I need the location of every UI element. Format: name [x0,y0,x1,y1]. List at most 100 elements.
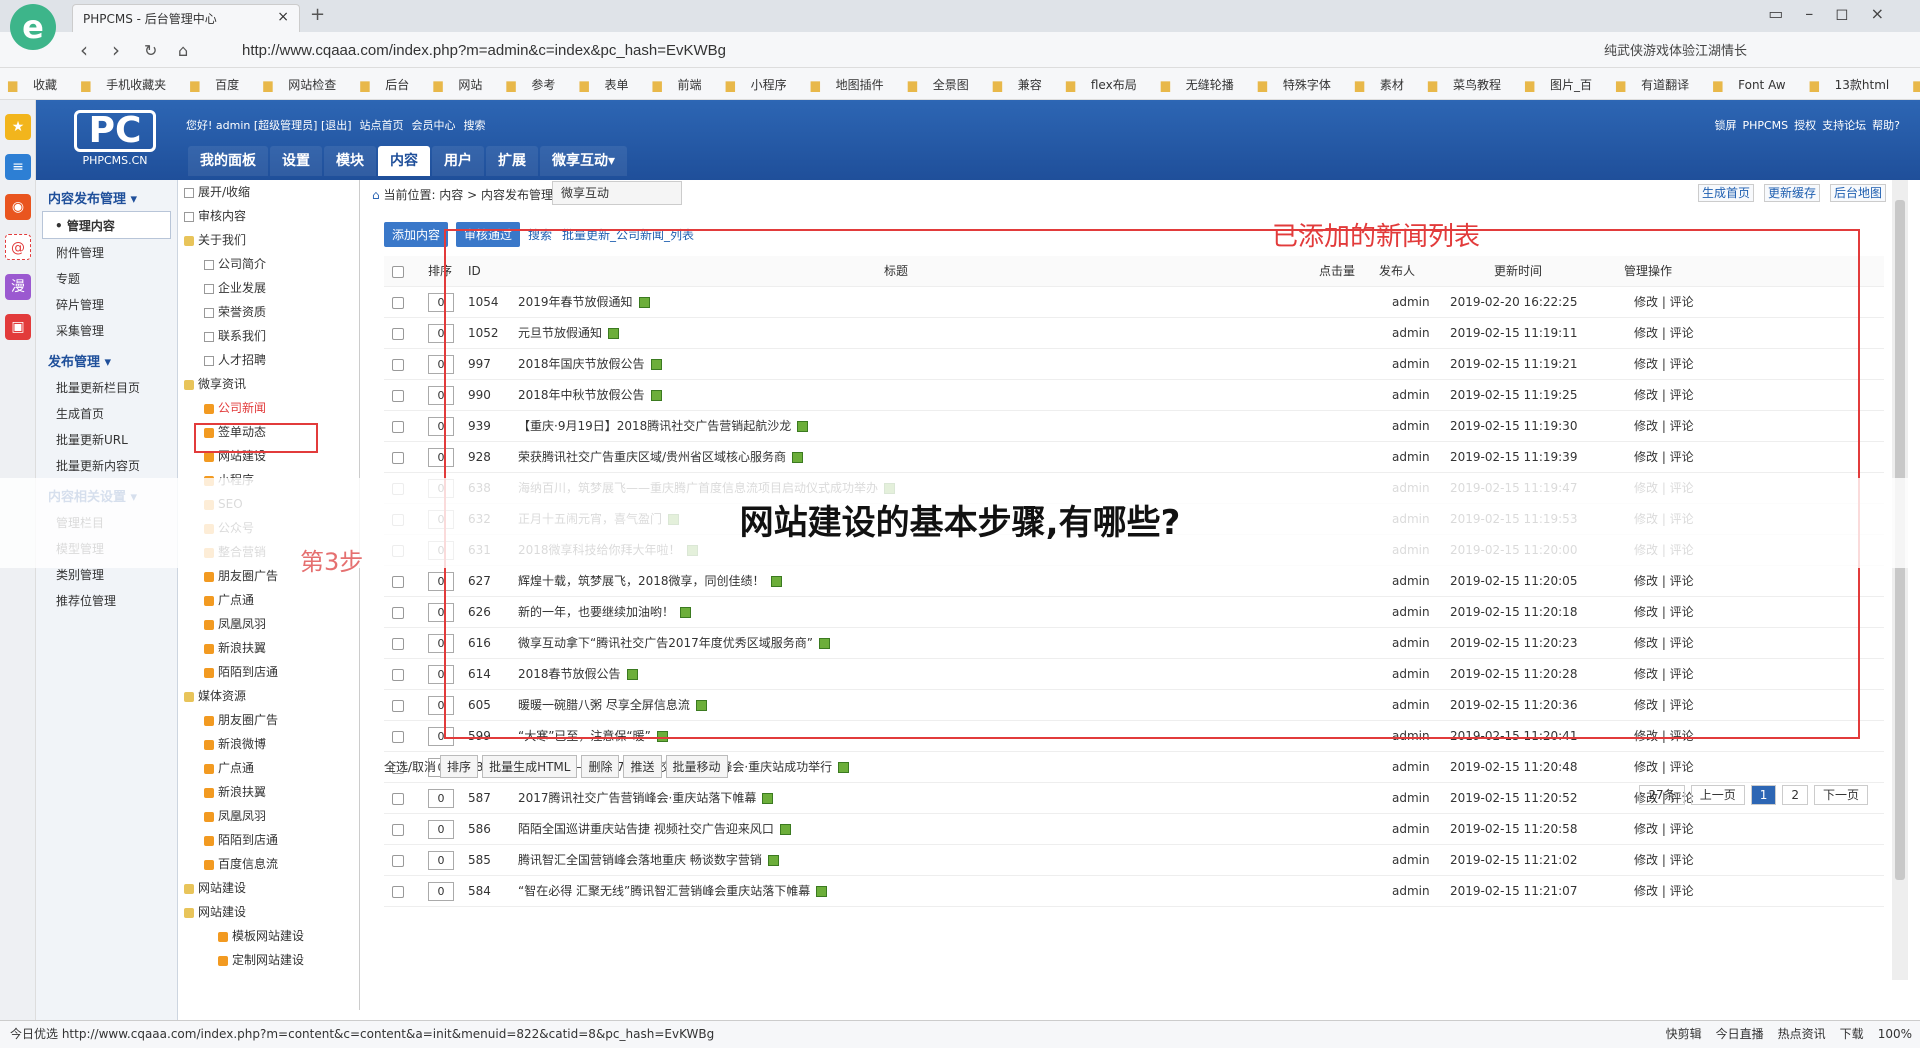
top-link[interactable]: 授权 [1794,119,1816,132]
row-ops[interactable]: 修改 | 评论 [1634,845,1694,876]
tree-node[interactable]: 网站建设 [178,876,359,900]
mail-icon[interactable]: @ [5,234,31,260]
row-checkbox[interactable] [392,576,404,588]
row-checkbox[interactable] [392,638,404,650]
menu-item[interactable]: 批量更新内容页 [36,452,177,478]
tree-node[interactable]: 定制网站建设 [178,948,359,972]
menu-item[interactable]: 采集管理 [36,317,177,343]
tree-node[interactable]: 公司新闻 [178,396,359,420]
pager-item[interactable]: 下一页 [1813,785,1868,805]
row-checkbox[interactable] [392,669,404,681]
row-title[interactable]: “智在必得 汇聚无线”腾讯智汇营销峰会重庆站落下帷幕 [518,876,828,907]
tree-node[interactable]: 陌陌到店通 [178,660,359,684]
pager-item[interactable]: 上一页 [1690,785,1745,805]
row-checkbox[interactable] [392,297,404,309]
top-link[interactable]: 支持论坛 [1822,119,1866,132]
bookmark-item[interactable]: ▆ 兼容 [993,78,1054,92]
order-input[interactable]: 0 [428,882,454,901]
user-link[interactable]: 站点首页 [360,119,404,132]
row-ops[interactable]: 修改 | 评论 [1634,876,1694,907]
select-toggle[interactable]: 全选/取消 [384,760,436,774]
tree-node[interactable]: 人才招聘 [178,348,359,372]
row-checkbox[interactable] [392,452,404,464]
tree-node[interactable]: 媒体资源 [178,684,359,708]
note-icon[interactable]: 漫 [5,274,31,300]
bookmark-item[interactable]: ▆ flex布局 [1066,78,1149,92]
nav-item[interactable]: 我的面板 [188,146,268,176]
pager-item[interactable]: 1 [1750,785,1777,805]
bookmark-item[interactable]: ▆ 地图插件 [811,78,896,92]
bookmark-item[interactable]: ▆ 图片_百 [1525,78,1604,92]
nav-item[interactable]: 扩展 [486,146,538,176]
search-suggestion[interactable]: 纯武侠游戏体验江湖情长 [1604,40,1747,59]
menu-section-title[interactable]: 内容发布管理 ▾ [36,180,177,211]
row-title[interactable]: 陌陌全国巡讲重庆站告捷 视频社交广告迎来风口 [518,814,791,845]
row-title-text[interactable]: 2017腾讯社交广告营销峰会·重庆站落下帷幕 [518,791,756,805]
refresh-icon[interactable]: ↻ [144,41,157,60]
tree-node[interactable]: 朋友圈广告 [178,708,359,732]
bookmark-item[interactable]: ▆ 收藏 [8,78,69,92]
star-icon[interactable]: ★ [5,114,31,140]
row-title-text[interactable]: 腾讯智汇全国营销峰会落地重庆 畅谈数字营销 [518,853,762,867]
row-ops[interactable]: 修改 | 评论 [1634,752,1694,783]
tree-node[interactable]: 新浪微博 [178,732,359,756]
nav-item[interactable]: 模块 [324,146,376,176]
tree-node[interactable]: 凤凰凤羽 [178,612,359,636]
bookmark-item[interactable]: ▆ 参考 [506,78,567,92]
row-checkbox[interactable] [392,607,404,619]
bulk-button[interactable]: 批量生成HTML [482,755,578,778]
row-checkbox[interactable] [392,700,404,712]
bookmark-item[interactable]: ▆ 手机收藏夹 [81,78,178,92]
menu-item[interactable]: • 管理内容 [42,211,171,239]
bulk-button[interactable]: 删除 [581,755,620,778]
status-item[interactable]: 今日直播 [1716,1027,1764,1041]
bookmark-item[interactable]: ▆ 特殊字体 [1258,78,1343,92]
browser-tab[interactable]: PHPCMS - 后台管理中心 × [72,4,300,32]
bookmark-item[interactable]: ▆ 无缝轮播 [1161,78,1246,92]
bookmark-item[interactable]: ▆ 菜鸟教程 [1428,78,1513,92]
tab-close-icon[interactable]: × [277,9,289,25]
forward-icon[interactable]: › [112,38,120,62]
nav-item[interactable]: 内容 [378,146,430,176]
top-link[interactable]: PHPCMS [1742,119,1788,132]
user-link[interactable]: 会员中心 [412,119,456,132]
menu-item[interactable]: 生成首页 [36,400,177,426]
bookmark-item[interactable]: ▆ 网站 [433,78,494,92]
menu-item[interactable]: 推荐位管理 [36,587,177,613]
bookmark-item[interactable]: ▆ 后台 [360,78,421,92]
tree-node[interactable]: 新浪扶翼 [178,636,359,660]
menu-item[interactable]: 批量更新栏目页 [36,374,177,400]
tree-node[interactable]: 审核内容 [178,204,359,228]
status-item[interactable]: 快剪辑 [1666,1027,1702,1041]
nav-item[interactable]: 设置 [270,146,322,176]
menu-item[interactable]: 附件管理 [36,239,177,265]
back-icon[interactable]: ‹ [80,38,88,62]
row-ops[interactable]: 修改 | 评论 [1634,814,1694,845]
row-title[interactable]: 2017腾讯社交广告营销峰会·重庆站落下帷幕 [518,783,774,814]
tree-node[interactable]: 新浪扶翼 [178,780,359,804]
tree-node[interactable]: 百度信息流 [178,852,359,876]
bulk-button[interactable]: 排序 [440,755,479,778]
menu-item[interactable]: 碎片管理 [36,291,177,317]
home-icon[interactable]: ⌂ [178,41,188,60]
bookmark-item[interactable]: ▆ 13款html [1810,78,1902,92]
row-checkbox[interactable] [392,328,404,340]
crumb-tab[interactable]: 微享互动 [552,181,682,205]
bookmark-item[interactable]: ▆ 网站检查 [263,78,348,92]
row-title[interactable]: 腾讯智汇全国营销峰会落地重庆 畅谈数字营销 [518,845,779,876]
tree-node[interactable]: 微享资讯 [178,372,359,396]
bookmark-item[interactable]: ▆ 素材 [1355,78,1416,92]
bulk-button[interactable]: 推送 [623,755,662,778]
bookmark-item[interactable]: ▆ 全景图 [908,78,981,92]
bag-icon[interactable]: ▣ [5,314,31,340]
tree-node[interactable]: 荣誉资质 [178,300,359,324]
tree-node[interactable]: 展开/收缩 [178,180,359,204]
tree-node[interactable]: 网站建设 [178,900,359,924]
bookmark-item[interactable]: ▆ 表单 [579,78,640,92]
tree-node[interactable]: 联系我们 [178,324,359,348]
status-item[interactable]: 100% [1878,1027,1912,1041]
order-input[interactable]: 0 [428,789,454,808]
new-tab-icon[interactable]: + [310,4,325,25]
nav-item[interactable]: 用户 [432,146,484,176]
bookmark-item[interactable]: ▆ 百度 [190,78,251,92]
